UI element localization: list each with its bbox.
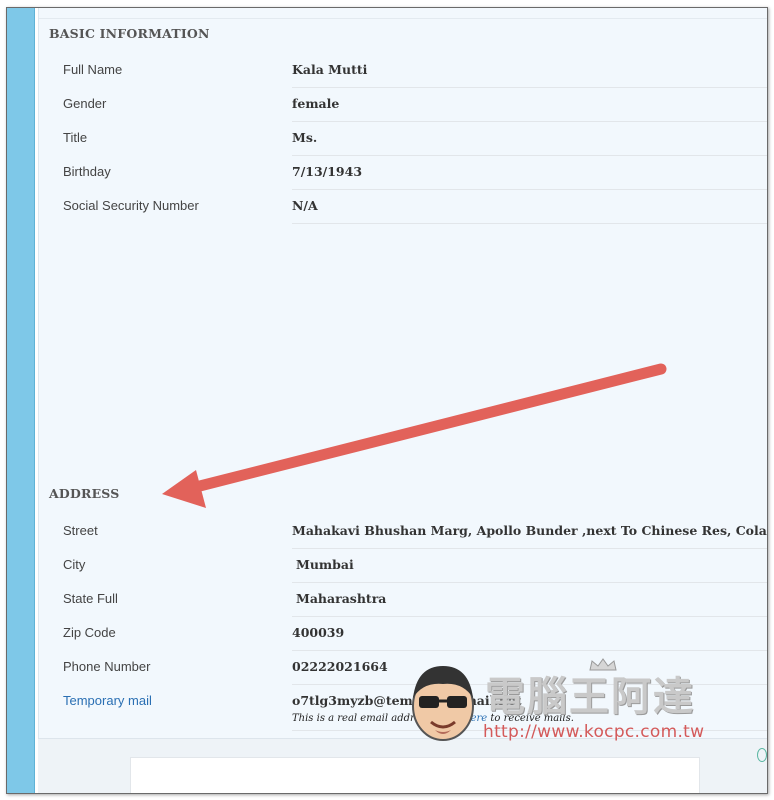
screenshot-frame: BASIC INFORMATION Full Name Kala Mutti G…	[6, 7, 768, 794]
info-panel: BASIC INFORMATION Full Name Kala Mutti G…	[38, 8, 768, 738]
field-label: Birthday	[63, 164, 111, 179]
field-value-ssn: N/A	[292, 198, 318, 213]
temporary-mail-link[interactable]: Temporary mail	[63, 693, 152, 708]
field-row-zip: Zip Code 400039	[39, 617, 767, 651]
panel-top-divider	[39, 18, 767, 19]
field-value-zip: 400039	[292, 625, 345, 640]
field-label: Street	[63, 523, 98, 538]
field-value-temporary-mail: o7tlg3myzb@temporary-mail.net	[292, 693, 522, 708]
field-value-title: Ms.	[292, 130, 318, 145]
receive-mails-link[interactable]: here	[464, 713, 487, 724]
bottom-card	[130, 757, 700, 793]
field-divider	[292, 730, 767, 731]
field-row-street: Street Mahakavi Bhushan Marg, Apollo Bun…	[39, 515, 768, 549]
field-row-state: State Full Maharashtra	[39, 583, 767, 617]
field-row-birthday: Birthday 7/13/1943	[39, 156, 767, 190]
field-row-full-name: Full Name Kala Mutti	[39, 54, 767, 88]
field-label: Title	[63, 130, 88, 145]
field-row-ssn: Social Security Number N/A	[39, 190, 767, 224]
field-value-city: Mumbai	[296, 557, 354, 572]
field-value-phone: 02222021664	[292, 659, 388, 674]
field-label: Phone Number	[63, 659, 151, 674]
field-label: City	[63, 557, 86, 572]
left-sidebar-stripe	[7, 8, 35, 793]
edge-circle-icon	[757, 748, 767, 762]
note-prefix: This is a real email address, click	[292, 713, 465, 724]
field-value-birthday: 7/13/1943	[292, 164, 363, 179]
field-label: State Full	[63, 591, 118, 606]
temporary-mail-note: This is a real email address, click here…	[292, 713, 574, 724]
field-row-phone: Phone Number 02222021664	[39, 651, 767, 685]
field-label: Gender	[63, 96, 107, 111]
field-row-title: Title Ms.	[39, 122, 767, 156]
field-label: Zip Code	[63, 625, 116, 640]
field-value-state: Maharashtra	[296, 591, 387, 606]
field-row-temporary-mail: Temporary mail o7tlg3myzb@temporary-mail…	[39, 685, 767, 731]
field-label: Full Name	[63, 62, 123, 77]
field-value-gender: female	[292, 96, 340, 111]
address-heading: ADDRESS	[49, 486, 120, 501]
field-row-gender: Gender female	[39, 88, 767, 122]
field-value-full-name: Kala Mutti	[292, 62, 368, 77]
field-row-city: City Mumbai	[39, 549, 767, 583]
bottom-content-area	[38, 738, 767, 793]
field-label: Social Security Number	[63, 198, 199, 213]
field-value-street: Mahakavi Bhushan Marg, Apollo Bunder ,ne…	[292, 523, 768, 538]
field-divider	[292, 223, 767, 224]
basic-information-heading: BASIC INFORMATION	[49, 26, 210, 41]
note-suffix: to receive mails.	[487, 713, 574, 724]
